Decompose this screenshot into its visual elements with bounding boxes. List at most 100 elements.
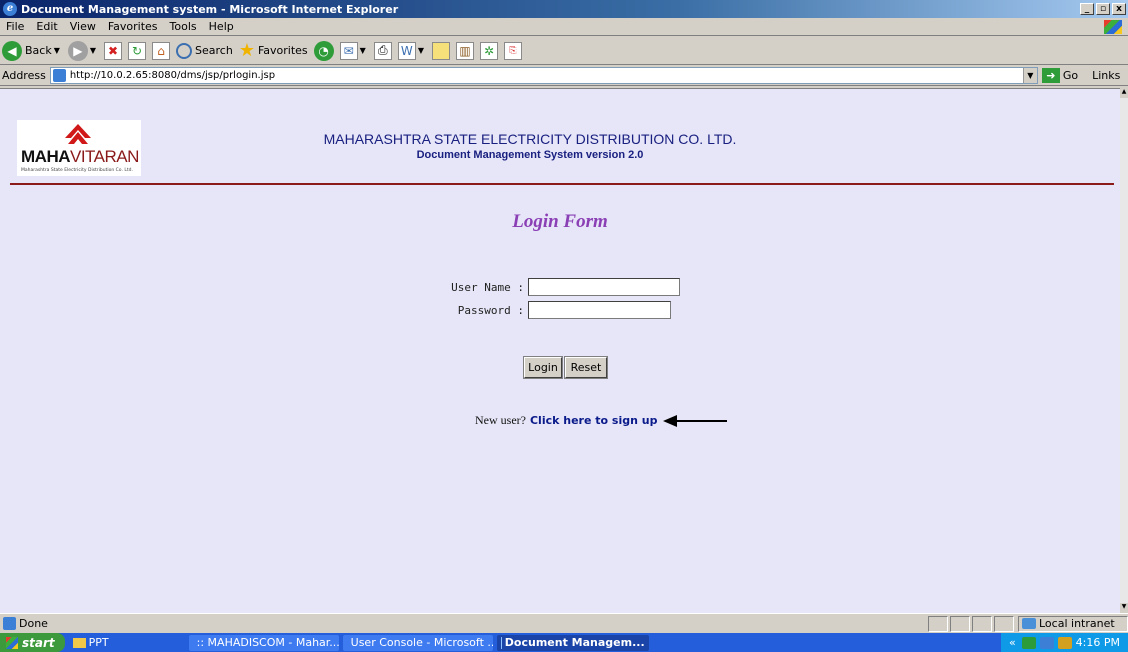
word-icon: W xyxy=(397,41,416,60)
zone-label: Local intranet xyxy=(1039,617,1115,630)
mail-icon: ✉ xyxy=(339,41,358,60)
window-title: Document Management system - Microsoft I… xyxy=(21,2,399,16)
links-button[interactable]: Links xyxy=(1092,69,1120,82)
back-label: Back xyxy=(25,44,52,57)
tray-app-icon[interactable] xyxy=(1021,636,1036,649)
menu-tools[interactable]: Tools xyxy=(164,20,203,33)
go-button[interactable]: ➜ Go xyxy=(1041,68,1079,83)
search-label: Search xyxy=(195,44,233,57)
print-button[interactable]: ⎙ xyxy=(373,41,392,60)
login-form-heading: Login Form xyxy=(512,211,608,232)
back-button[interactable]: ◀ Back ▼ xyxy=(2,40,62,61)
maximize-button[interactable]: ▫ xyxy=(1096,3,1110,15)
messenger-icon: ✲ xyxy=(479,41,498,60)
menu-file[interactable]: File xyxy=(0,20,30,33)
page-content: MAHAVITARAN Maharashtra State Electricit… xyxy=(0,88,1120,613)
stop-button[interactable]: ✖ xyxy=(104,41,123,60)
header-divider xyxy=(10,183,1114,185)
signup-row: New user? Click here to sign up xyxy=(475,413,728,428)
password-label: Password : xyxy=(457,303,524,317)
taskbar-item-mahadiscom[interactable]: :: MAHADISCOM - Mahar... xyxy=(188,634,339,651)
refresh-button[interactable]: ↻ xyxy=(128,41,147,60)
window-title-bar: e Document Management system - Microsoft… xyxy=(0,0,1128,18)
menu-view[interactable]: View xyxy=(64,20,102,33)
scroll-down-icon[interactable]: ▼ xyxy=(1120,603,1128,613)
status-panes xyxy=(926,615,1014,632)
forward-arrow-icon: ▶ xyxy=(67,40,88,61)
folder-icon xyxy=(72,637,86,648)
scroll-up-icon[interactable]: ▲ xyxy=(1120,88,1128,98)
tray-expand-icon[interactable]: « xyxy=(1009,636,1016,649)
reset-button[interactable]: Reset xyxy=(564,356,608,379)
chevron-down-icon: ▼ xyxy=(53,46,60,55)
taskbar-item-user-console[interactable]: User Console - Microsoft ... xyxy=(342,634,493,651)
quick-launch-ppt[interactable]: PPT xyxy=(72,636,109,649)
history-button[interactable]: ◔ xyxy=(313,40,334,61)
status-pane xyxy=(994,615,1014,632)
discuss-button[interactable] xyxy=(431,41,450,60)
address-dropdown-icon[interactable]: ▼ xyxy=(1022,68,1037,83)
go-arrow-icon: ➜ xyxy=(1041,68,1060,83)
username-row: User Name : xyxy=(444,278,680,296)
internet-explorer-icon: e xyxy=(3,2,17,16)
menu-favorites[interactable]: Favorites xyxy=(102,20,164,33)
pointer-arrow-icon xyxy=(663,414,728,427)
home-button[interactable]: ⌂ xyxy=(152,41,171,60)
address-bar: Address http://10.0.2.65:8080/dms/jsp/pr… xyxy=(0,66,1128,86)
taskbar-item-label: Document Managem... xyxy=(504,636,645,649)
username-input[interactable] xyxy=(528,278,680,296)
go-label: Go xyxy=(1062,69,1079,82)
tray-network-icon[interactable] xyxy=(1039,636,1054,649)
organization-title: MAHARASHTRA STATE ELECTRICITY DISTRIBUTI… xyxy=(323,131,737,147)
mahavitaran-logo: MAHAVITARAN Maharashtra State Electricit… xyxy=(17,120,141,176)
favorites-label: Favorites xyxy=(257,44,308,57)
mail-button[interactable]: ✉ ▼ xyxy=(339,41,368,60)
status-pane xyxy=(928,615,948,632)
status-bar: Done Local intranet xyxy=(0,613,1128,633)
windows-logo-icon xyxy=(1104,19,1122,34)
vertical-scrollbar[interactable]: ▲ ▼ xyxy=(1120,88,1128,613)
chevron-down-icon: ▼ xyxy=(359,46,366,55)
note-icon xyxy=(431,41,450,60)
taskbar-item-label: :: MAHADISCOM - Mahar... xyxy=(196,636,339,649)
address-url[interactable]: http://10.0.2.65:8080/dms/jsp/prlogin.js… xyxy=(70,70,1023,81)
pdf-button[interactable]: ⎘ xyxy=(503,41,522,60)
favorites-button[interactable]: ★ Favorites xyxy=(239,40,308,61)
minimize-button[interactable]: _ xyxy=(1080,3,1094,15)
search-button[interactable]: Search xyxy=(176,42,233,59)
window-controls: _ ▫ x xyxy=(1080,3,1126,15)
messenger-button[interactable]: ✲ xyxy=(479,41,498,60)
refresh-icon: ↻ xyxy=(128,41,147,60)
system-tray: « 4:16 PM xyxy=(1000,633,1128,652)
start-button[interactable]: start xyxy=(0,633,65,652)
research-button[interactable]: ▥ xyxy=(455,41,474,60)
star-icon: ★ xyxy=(238,40,255,61)
logo-brand-bold: MAHA xyxy=(21,147,71,166)
taskbar: start PPT :: MAHADISCOM - Mahar... User … xyxy=(0,633,1128,652)
signup-link[interactable]: Click here to sign up xyxy=(530,414,658,427)
username-label: User Name : xyxy=(451,280,524,294)
logo-brand-regular: VITARAN xyxy=(70,147,139,166)
logo-tagline: Maharashtra State Electricity Distributi… xyxy=(21,168,133,173)
menu-help[interactable]: Help xyxy=(203,20,240,33)
quick-launch-label: PPT xyxy=(88,636,109,649)
status-pane xyxy=(950,615,970,632)
chevron-down-icon: ▼ xyxy=(89,46,97,55)
stop-icon: ✖ xyxy=(104,41,123,60)
printer-icon: ⎙ xyxy=(373,41,392,60)
logo-mark-icon xyxy=(65,124,91,144)
login-button[interactable]: Login xyxy=(523,356,563,379)
history-icon: ◔ xyxy=(313,40,334,61)
home-icon: ⌂ xyxy=(152,41,171,60)
menu-edit[interactable]: Edit xyxy=(30,20,63,33)
password-input[interactable] xyxy=(528,301,671,319)
tray-volume-icon[interactable] xyxy=(1057,636,1072,649)
forward-button[interactable]: ▶ ▼ xyxy=(67,40,98,61)
status-pane xyxy=(972,615,992,632)
intranet-icon xyxy=(1022,618,1036,629)
address-input[interactable]: http://10.0.2.65:8080/dms/jsp/prlogin.js… xyxy=(49,67,1038,84)
taskbar-item-document-management[interactable]: Document Managem... xyxy=(496,634,649,651)
page-done-icon xyxy=(3,617,16,630)
close-button[interactable]: x xyxy=(1112,3,1126,15)
edit-button[interactable]: W ▼ xyxy=(397,41,426,60)
